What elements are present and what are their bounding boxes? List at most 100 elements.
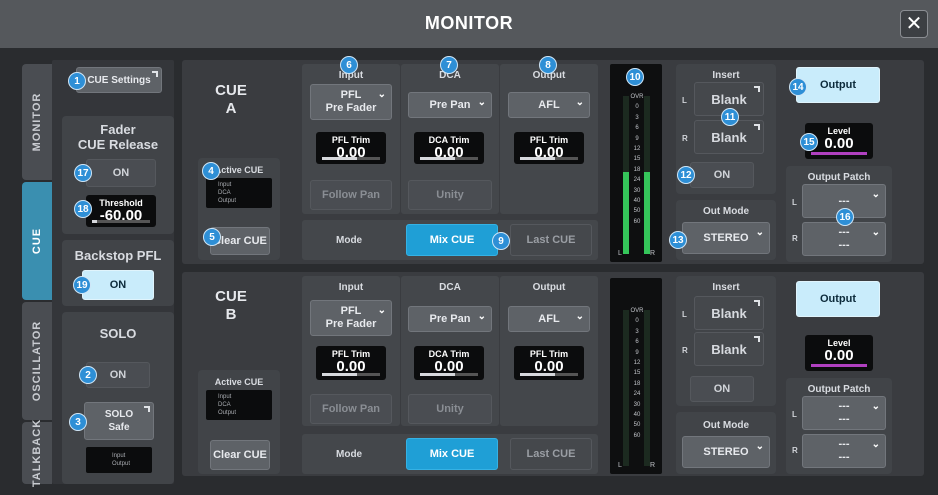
cue-b-out-mode-select[interactable]: STEREO ⌄ — [682, 436, 770, 468]
callout-14: 14 — [789, 78, 807, 96]
tab-monitor[interactable]: MONITOR — [22, 64, 52, 180]
meter-scale-tick: 18 — [633, 380, 641, 387]
meter-scale-tick: OVR — [630, 94, 644, 100]
cue-a-follow-pan-button[interactable]: Follow Pan — [310, 180, 392, 210]
callout-8: 8 — [539, 56, 557, 74]
cue-a-name: CUE — [215, 82, 247, 99]
callout-13: 13 — [669, 231, 687, 249]
cue-a-out-mode-label: Out Mode — [702, 206, 750, 217]
cue-b-output-select[interactable]: AFL ⌄ — [508, 306, 590, 332]
cue-b-follow-pan-button[interactable]: Follow Pan — [310, 394, 392, 424]
meter-scale-tick: 3 — [635, 114, 639, 121]
cue-a-meter-scale: OVR 0 3 6 9 12 15 18 24 30 40 50 60 — [629, 92, 645, 227]
meter-scale-tick: 9 — [635, 349, 639, 356]
cue-a-insert-on-button[interactable]: ON — [690, 162, 754, 188]
fader-cue-release-label: Fader CUE Release — [77, 122, 159, 152]
cue-a-output-patch-label: Output Patch — [807, 172, 871, 183]
cue-a-last-cue-button[interactable]: Last CUE — [510, 224, 592, 256]
cue-a-input-trim[interactable]: PFL Trim 0.00 — [316, 132, 386, 164]
cue-b-insert-r-button[interactable]: Blank — [694, 332, 764, 366]
cue-b-insert-on-button[interactable]: ON — [690, 376, 754, 402]
meter-scale-tick: 60 — [633, 218, 641, 225]
cue-a-dca-trim[interactable]: DCA Trim 0.00 — [414, 132, 484, 164]
cue-b-active-cue-label: Active CUE — [214, 377, 264, 387]
meter-scale-tick: 3 — [635, 328, 639, 335]
cue-b-dca-select[interactable]: Pre Pan ⌄ — [408, 306, 492, 332]
cue-a-dca-select[interactable]: Pre Pan ⌄ — [408, 92, 492, 118]
monitor-window: MONITOR ✕ MONITOR CUE OSCILLATOR TALKBAC… — [0, 0, 938, 495]
cue-b-output-trim[interactable]: PFL Trim 0.00 — [514, 346, 584, 380]
cue-a-mix-cue-button[interactable]: Mix CUE — [406, 224, 498, 256]
backstop-pfl-on-button[interactable]: ON — [82, 270, 154, 300]
meter-scale-tick: 40 — [633, 198, 641, 205]
chevron-down-icon: ⌄ — [377, 305, 386, 316]
chevron-down-icon: ⌄ — [871, 439, 880, 450]
solo-label: SOLO — [99, 326, 137, 341]
cue-b-active-cue-display: Input DCA Output — [206, 390, 272, 420]
window-title: MONITOR — [424, 13, 514, 33]
meter-scale-tick: OVR — [630, 308, 644, 314]
close-button[interactable]: ✕ — [900, 10, 928, 38]
cue-b-last-cue-button[interactable]: Last CUE — [510, 438, 592, 470]
meter-scale-tick: 12 — [633, 360, 641, 367]
callout-18: 18 — [74, 200, 92, 218]
meter-scale-tick: 50 — [633, 422, 641, 429]
cue-a-patch-r-select[interactable]: --- --- ⌄ — [802, 222, 886, 256]
cue-b-patch-r-select[interactable]: --- --- ⌄ — [802, 434, 886, 468]
tab-cue[interactable]: CUE — [22, 182, 52, 300]
meter-scale-tick: 0 — [635, 318, 639, 325]
cue-b-mix-cue-button[interactable]: Mix CUE — [406, 438, 498, 470]
cue-b-insert-l-button[interactable]: Blank — [694, 296, 764, 330]
meter-scale-tick: 15 — [633, 156, 641, 163]
fader-cue-release-on-button[interactable]: ON — [86, 159, 156, 187]
cue-a-output-button[interactable]: Output — [796, 67, 880, 103]
meter-scale-tick: 18 — [633, 166, 641, 173]
cue-b-meter-scale: OVR 0 3 6 9 12 15 18 24 30 40 50 60 — [629, 306, 645, 441]
cue-a-insert-label: Insert — [712, 70, 740, 81]
chevron-down-icon: ⌄ — [871, 189, 880, 200]
chevron-down-icon: ⌄ — [871, 401, 880, 412]
meter-scale-tick: 15 — [633, 370, 641, 377]
cue-b-patch-l-select[interactable]: --- --- ⌄ — [802, 396, 886, 430]
cue-b-out-mode-label: Out Mode — [702, 420, 750, 431]
cue-b-input-label: Input — [338, 282, 364, 293]
chevron-down-icon: ⌄ — [871, 227, 880, 238]
meter-scale-tick: 0 — [635, 104, 639, 111]
cue-b-unity-button[interactable]: Unity — [408, 394, 492, 424]
cue-a-patch-l-ch: L — [792, 198, 797, 207]
cue-a-output-trim[interactable]: PFL Trim 0.00 — [514, 132, 584, 164]
tab-oscillator[interactable]: OSCILLATOR — [22, 302, 52, 420]
cue-a-unity-button[interactable]: Unity — [408, 180, 492, 210]
solo-safe-button[interactable]: SOLO Safe — [84, 402, 154, 440]
cue-b-name: CUE — [215, 288, 247, 305]
cue-b-clear-cue-button[interactable]: Clear CUE — [210, 440, 270, 470]
cue-a-meter-l-label: L — [618, 250, 622, 257]
backstop-pfl-label: Backstop PFL — [74, 248, 162, 263]
cue-a-meter-r-label: R — [650, 250, 656, 257]
cue-b-insert-l-ch: L — [682, 310, 687, 319]
cue-b-input-select[interactable]: PFL Pre Fader ⌄ — [310, 300, 392, 336]
threshold-display[interactable]: Threshold -60.00 — [86, 195, 156, 227]
cue-b-output-button[interactable]: Output — [796, 281, 880, 317]
meter-scale-tick: 24 — [633, 177, 641, 184]
cue-settings-button[interactable]: CUE Settings — [76, 67, 162, 93]
cue-b-level-display[interactable]: Level 0.00 — [805, 335, 873, 371]
cue-a-out-mode-select[interactable]: STEREO ⌄ — [682, 222, 770, 254]
cue-b-letter: B — [225, 306, 237, 323]
cue-a-output-select[interactable]: AFL ⌄ — [508, 92, 590, 118]
callout-1: 1 — [68, 72, 86, 90]
callout-15: 15 — [800, 133, 818, 151]
cue-a-insert-r-ch: R — [682, 134, 688, 143]
callout-11: 11 — [721, 108, 739, 126]
callout-2: 2 — [79, 366, 97, 384]
cue-b-dca-trim[interactable]: DCA Trim 0.00 — [414, 346, 484, 380]
tab-talkback[interactable]: TALKBACK — [22, 419, 52, 487]
cue-a-input-select[interactable]: PFL Pre Fader ⌄ — [310, 84, 392, 120]
cue-b-patch-r-ch: R — [792, 446, 798, 455]
cue-a-letter: A — [225, 100, 237, 117]
chevron-down-icon: ⌄ — [575, 311, 584, 322]
meter-scale-tick: 50 — [633, 208, 641, 215]
solo-safe-legend: Input Output — [86, 447, 152, 473]
meter-scale-tick: 12 — [633, 146, 641, 153]
cue-b-input-trim[interactable]: PFL Trim 0.00 — [316, 346, 386, 380]
